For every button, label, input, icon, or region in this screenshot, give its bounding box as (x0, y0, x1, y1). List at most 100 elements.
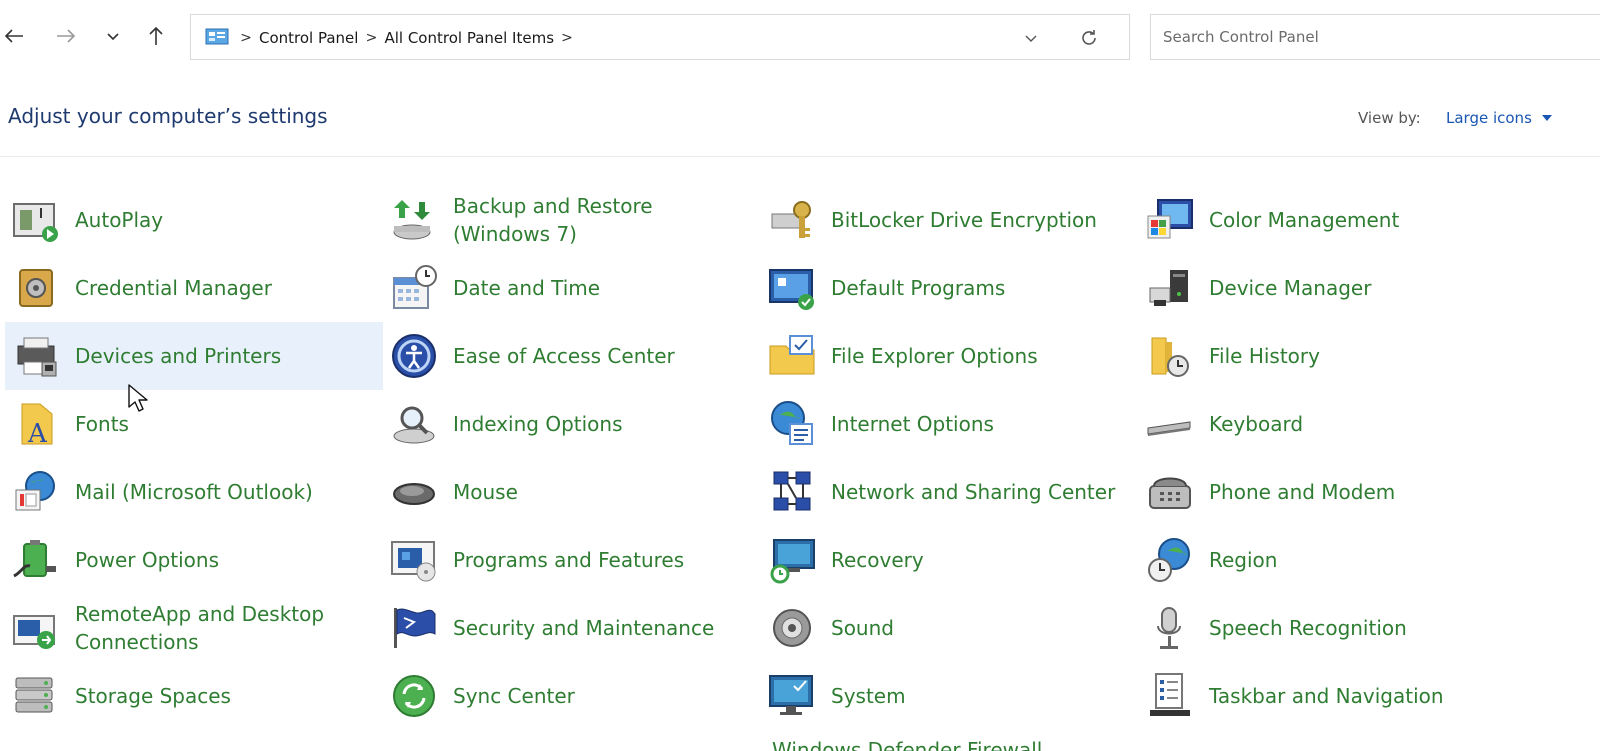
item-label: Mouse (453, 480, 518, 504)
backup-restore-icon (393, 200, 431, 240)
item-label: Phone and Modem (1209, 480, 1396, 504)
up-arrow-icon (149, 26, 163, 45)
item-label: File History (1209, 344, 1320, 368)
item-fonts[interactable]: A Fonts (5, 390, 383, 458)
item-internet-options[interactable]: Internet Options (761, 390, 1139, 458)
item-label: Color Management (1209, 208, 1400, 232)
chevron-down-icon (1025, 35, 1037, 42)
item-label: RemoteApp and Desktop Connections (75, 602, 325, 654)
item-label: Sync Center (453, 684, 575, 708)
item-label: Date and Time (453, 276, 601, 300)
phone-modem-icon (1149, 477, 1191, 509)
svg-text:A: A (27, 419, 48, 448)
device-manager-icon (1149, 270, 1188, 306)
item-default-programs[interactable]: Default Programs (761, 254, 1139, 322)
breadcrumb-separator: > (240, 30, 252, 46)
item-speech-recognition[interactable]: Speech Recognition (1139, 594, 1517, 662)
speech-recognition-icon (1157, 607, 1181, 649)
item-label: Credential Manager (75, 276, 272, 300)
item-label: Storage Spaces (75, 684, 231, 708)
credential-manager-icon (19, 269, 53, 307)
control-panel-icon (205, 28, 229, 45)
item-backup-restore[interactable]: Backup and Restore (Windows 7) (383, 186, 761, 254)
up-button[interactable] (142, 22, 170, 50)
item-file-history[interactable]: File History (1139, 322, 1517, 390)
mouse-cursor-icon (128, 384, 148, 412)
back-arrow-icon (4, 29, 23, 43)
power-options-icon (13, 540, 56, 578)
item-security-maintenance[interactable]: Security and Maintenance (383, 594, 761, 662)
navigation-bar: > Control Panel > All Control Panel Item… (0, 0, 1600, 75)
item-label: Ease of Access Center (453, 344, 675, 368)
date-time-icon (393, 265, 437, 309)
search-input[interactable] (1151, 15, 1600, 59)
recent-locations-button[interactable] (99, 22, 127, 50)
breadcrumb-all-items[interactable]: All Control Panel Items (382, 29, 556, 47)
item-label: Power Options (75, 548, 219, 572)
address-bar[interactable]: > Control Panel > All Control Panel Item… (190, 14, 1130, 60)
breadcrumb-separator: > (365, 30, 378, 46)
item-devices-printers[interactable]: Devices and Printers (5, 322, 383, 390)
devices-printers-icon (17, 337, 57, 377)
item-label: Backup and Restore (Windows 7) (453, 194, 653, 246)
item-label: AutoPlay (75, 208, 164, 232)
item-date-time[interactable]: Date and Time (383, 254, 761, 322)
forward-button[interactable] (52, 22, 80, 50)
item-taskbar-navigation[interactable]: Taskbar and Navigation (1139, 662, 1517, 730)
breadcrumb-separator[interactable]: > (556, 30, 578, 46)
item-network-sharing[interactable]: Network and Sharing Center (761, 458, 1139, 526)
item-windows-defender-firewall-partial[interactable]: Windows Defender Firewall (772, 740, 1042, 751)
item-label: Keyboard (1209, 412, 1304, 436)
item-label: System (831, 684, 906, 708)
item-bitlocker[interactable]: BitLocker Drive Encryption (761, 186, 1139, 254)
internet-options-icon (771, 401, 813, 445)
item-power-options[interactable]: Power Options (5, 526, 383, 594)
item-label: File Explorer Options (831, 344, 1038, 368)
refresh-icon (1082, 30, 1096, 45)
item-file-explorer-options[interactable]: File Explorer Options (761, 322, 1139, 390)
security-maintenance-icon (394, 608, 436, 648)
view-by-label: View by: (1358, 109, 1421, 127)
taskbar-navigation-icon (1150, 673, 1190, 716)
item-sound[interactable]: Sound (761, 594, 1139, 662)
item-label: Fonts (75, 412, 129, 436)
item-remoteapp[interactable]: RemoteApp and Desktop Connections (5, 594, 383, 662)
fonts-icon: A (21, 403, 53, 448)
breadcrumb: > Control Panel > All Control Panel Item… (235, 15, 578, 61)
item-label: Default Programs (831, 276, 1006, 300)
item-autoplay[interactable]: AutoPlay (5, 186, 383, 254)
item-system[interactable]: System (761, 662, 1139, 730)
item-region[interactable]: Region (1139, 526, 1517, 594)
item-device-manager[interactable]: Device Manager (1139, 254, 1517, 322)
item-label: Security and Maintenance (453, 616, 715, 640)
item-label: Speech Recognition (1209, 616, 1407, 640)
item-ease-of-access[interactable]: Ease of Access Center (383, 322, 761, 390)
item-label: Programs and Features (453, 548, 685, 572)
item-keyboard[interactable]: Keyboard (1139, 390, 1517, 458)
region-icon (1148, 538, 1190, 582)
sound-icon (773, 609, 811, 647)
item-storage-spaces[interactable]: Storage Spaces (5, 662, 383, 730)
view-by-value: Large icons (1446, 109, 1532, 127)
item-indexing-options[interactable]: Indexing Options (383, 390, 761, 458)
item-recovery[interactable]: Recovery (761, 526, 1139, 594)
back-button[interactable] (0, 22, 28, 50)
refresh-button[interactable] (1077, 26, 1101, 50)
item-credential-manager[interactable]: Credential Manager (5, 254, 383, 322)
item-phone-modem[interactable]: Phone and Modem (1139, 458, 1517, 526)
item-color-management[interactable]: Color Management (1139, 186, 1517, 254)
item-mail[interactable]: Mail (Microsoft Outlook) (5, 458, 383, 526)
color-management-icon (1147, 199, 1193, 239)
chevron-down-icon (107, 33, 119, 41)
item-sync-center[interactable]: Sync Center (383, 662, 761, 730)
recovery-icon (770, 539, 815, 584)
header-divider (0, 156, 1600, 157)
view-by-dropdown[interactable]: Large icons (1446, 109, 1552, 127)
autoplay-icon (13, 203, 58, 242)
breadcrumb-control-panel[interactable]: Control Panel (257, 29, 360, 47)
item-label: Sound (831, 616, 894, 640)
network-sharing-icon (773, 471, 811, 511)
item-programs-features[interactable]: Programs and Features (383, 526, 761, 594)
item-mouse[interactable]: Mouse (383, 458, 761, 526)
address-dropdown-button[interactable] (1019, 27, 1043, 49)
